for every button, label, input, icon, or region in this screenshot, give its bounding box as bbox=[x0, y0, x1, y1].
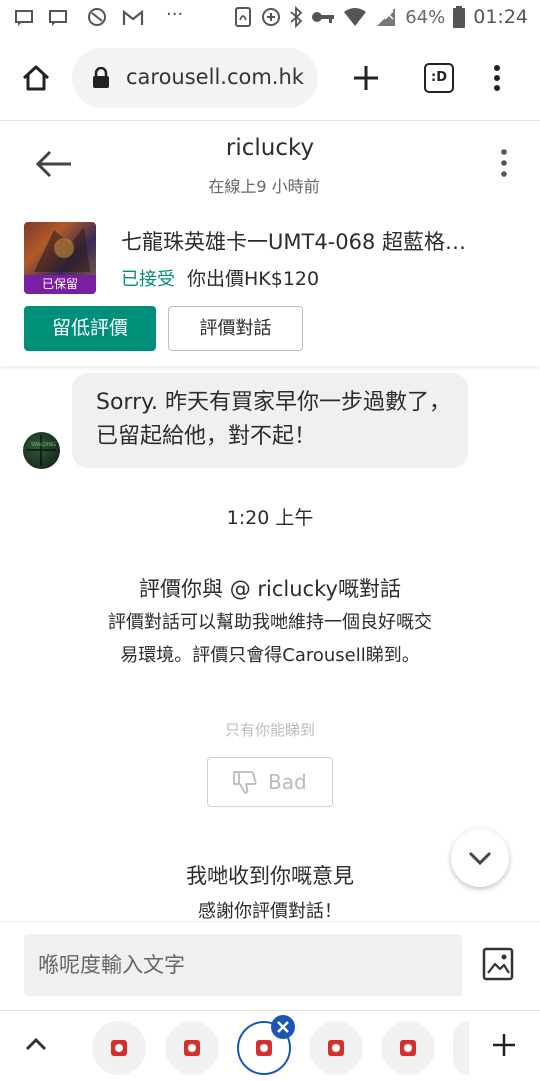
svg-text:SPALDING: SPALDING bbox=[31, 442, 56, 448]
status-bar: ··· 64% 01:24 bbox=[0, 0, 540, 38]
image-upload-icon[interactable] bbox=[482, 947, 514, 981]
browser-toolbar: carousell.com.hk :D bbox=[0, 38, 540, 121]
avatar[interactable]: SPALDING bbox=[23, 432, 60, 469]
browser-tab[interactable] bbox=[165, 1021, 219, 1075]
browser-tab[interactable] bbox=[381, 1021, 435, 1075]
message-icon bbox=[49, 10, 67, 26]
offer-status: 已接受 bbox=[121, 269, 175, 290]
tab-switcher-label: :D bbox=[431, 70, 447, 85]
offer-price: 你出價HK$120 bbox=[187, 268, 320, 290]
battery-percentage: 64% bbox=[405, 6, 446, 28]
scroll-to-bottom-button[interactable] bbox=[451, 829, 509, 887]
leave-review-button[interactable]: 留低評價 bbox=[24, 306, 156, 351]
chat-menu-icon[interactable] bbox=[499, 148, 509, 178]
chat-header: riclucky 在線上9 小時前 已保留 七龍珠英雄卡一UMT4-068 超藍… bbox=[0, 121, 540, 366]
carousell-favicon-icon bbox=[184, 1040, 200, 1056]
chevron-up-icon[interactable] bbox=[25, 1037, 47, 1051]
chevron-down-icon bbox=[468, 851, 492, 866]
feedback-thanks-text: 感謝你評價對話！ bbox=[198, 901, 342, 922]
new-tab-icon[interactable] bbox=[353, 65, 379, 91]
bluetooth-icon bbox=[290, 6, 303, 28]
basketball-avatar-image: SPALDING bbox=[27, 435, 56, 466]
clock: 01:24 bbox=[473, 6, 528, 28]
add-tab-icon[interactable] bbox=[492, 1033, 516, 1057]
close-tab-button[interactable] bbox=[271, 1015, 295, 1039]
message-text: Sorry. 昨天有買家早你一步過數了，已留起給他，對不起！ bbox=[96, 390, 451, 449]
carousell-favicon-icon bbox=[111, 1040, 127, 1056]
message-timestamp: 1:20 上午 bbox=[226, 507, 314, 529]
message-bubble[interactable]: Sorry. 昨天有買家早你一步過數了，已留起給他，對不起！ bbox=[72, 373, 468, 468]
browser-tab[interactable] bbox=[309, 1021, 363, 1075]
browser-tab[interactable] bbox=[453, 1021, 469, 1075]
browser-tab[interactable] bbox=[92, 1021, 146, 1075]
thumbs-down-icon bbox=[233, 771, 257, 794]
reserved-badge: 已保留 bbox=[24, 275, 96, 294]
only-you-can-see-note: 只有你能睇到 bbox=[224, 721, 315, 739]
carousell-favicon-icon bbox=[400, 1040, 416, 1056]
review-chat-button[interactable]: 評價對話 bbox=[168, 306, 303, 351]
wifi-icon bbox=[344, 8, 367, 26]
message-composer bbox=[0, 921, 540, 1010]
carousell-favicon-icon bbox=[328, 1040, 344, 1056]
signal-icon bbox=[377, 8, 396, 26]
bad-review-button[interactable]: Bad bbox=[207, 757, 333, 807]
browser-menu-icon[interactable] bbox=[492, 63, 502, 93]
more-notifications-icon: ··· bbox=[166, 4, 184, 25]
url-text: carousell.com.hk bbox=[126, 65, 304, 89]
app-notification-icon bbox=[88, 8, 106, 26]
listing-title[interactable]: 七龍珠英雄卡一UMT4-068 超藍格… bbox=[121, 226, 511, 256]
battery-icon bbox=[453, 6, 466, 28]
message-input[interactable] bbox=[24, 934, 462, 996]
bad-button-label: Bad bbox=[268, 770, 307, 794]
message-icon bbox=[15, 10, 33, 26]
carousell-favicon-icon bbox=[256, 1040, 272, 1056]
chat-username[interactable]: riclucky bbox=[0, 135, 540, 161]
gmail-icon bbox=[122, 9, 144, 25]
review-prompt-title: 評價你與 @ riclucky嘅對話 bbox=[139, 577, 401, 601]
home-icon[interactable] bbox=[21, 64, 51, 92]
address-bar[interactable]: carousell.com.hk bbox=[72, 48, 318, 108]
listing-thumbnail[interactable]: 已保留 bbox=[24, 222, 96, 294]
review-prompt-description: 評價對話可以幫助我哋維持一個良好嘅交易環境。評價只會得Carousell睇到。 bbox=[108, 612, 432, 666]
nfc-icon bbox=[235, 7, 252, 27]
close-icon bbox=[277, 1021, 289, 1033]
card-art-image bbox=[34, 227, 90, 272]
data-saver-icon bbox=[262, 8, 281, 26]
key-icon bbox=[312, 12, 335, 23]
browser-tab-strip bbox=[0, 1010, 540, 1081]
lock-icon bbox=[93, 67, 109, 88]
last-seen-status: 在線上9 小時前 bbox=[208, 177, 320, 196]
tab-switcher-button[interactable]: :D bbox=[424, 63, 454, 93]
